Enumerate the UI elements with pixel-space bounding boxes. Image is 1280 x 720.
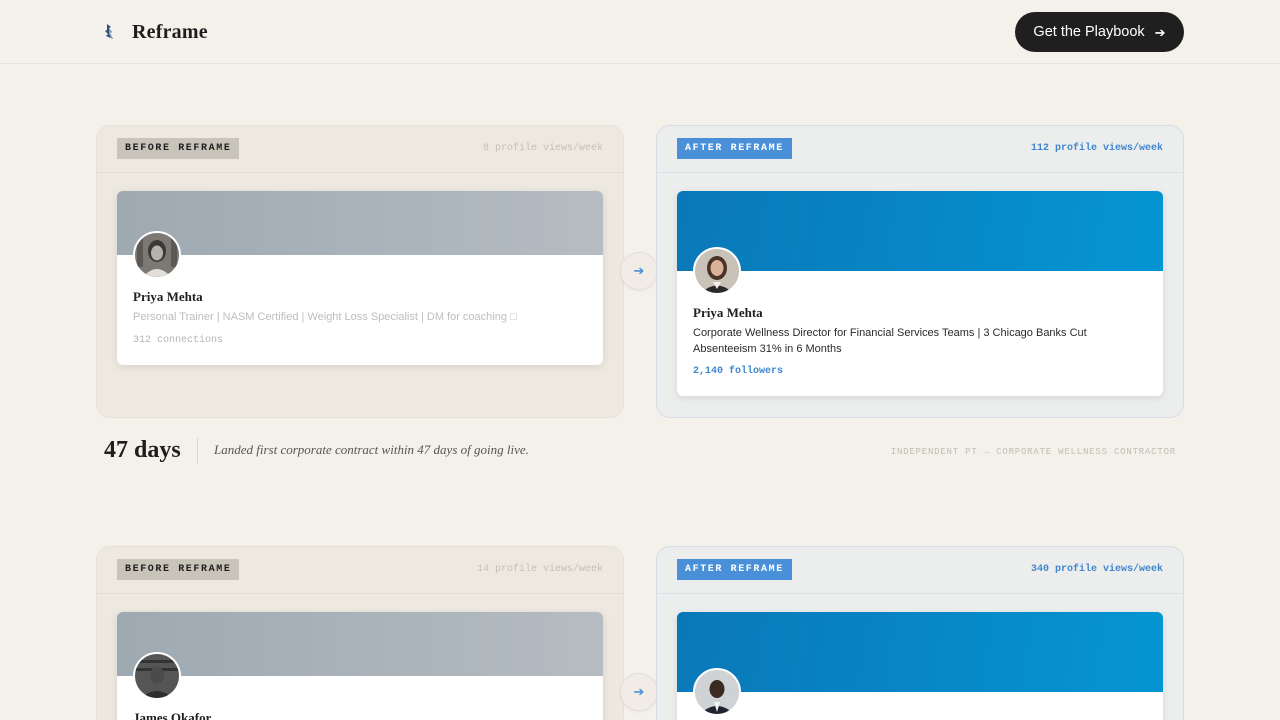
profile-name: Priya Mehta bbox=[133, 289, 203, 304]
profile-name: Priya Mehta bbox=[693, 305, 763, 320]
panel-header: AFTER REFRAME 340 profile views/week bbox=[657, 547, 1183, 594]
get-playbook-label: Get the Playbook bbox=[1033, 24, 1145, 40]
connections-count: 312 connections bbox=[133, 335, 224, 346]
brand-name: Reframe bbox=[132, 20, 208, 43]
after-panel: AFTER REFRAME 340 profile views/week bbox=[656, 546, 1184, 720]
profile-banner bbox=[677, 612, 1163, 692]
profile-card: James Okafor bbox=[117, 612, 603, 720]
profile-headline: Corporate Wellness Director for Financia… bbox=[693, 327, 1087, 355]
after-panel: AFTER REFRAME 112 profile views/week Pri… bbox=[656, 125, 1184, 418]
after-tag: AFTER REFRAME bbox=[677, 559, 792, 580]
profile-views: 112 profile views/week bbox=[1030, 143, 1163, 154]
profile-name: James Okafor bbox=[133, 710, 212, 720]
avatar bbox=[133, 231, 181, 279]
profile-views: 14 profile views/week bbox=[476, 564, 603, 575]
profile-card: Priya Mehta Personal Trainer | NASM Cert… bbox=[117, 191, 603, 365]
transform-arrow-icon: ➔ bbox=[620, 252, 658, 290]
avatar bbox=[693, 247, 741, 295]
profile-views: 8 profile views/week bbox=[482, 143, 603, 154]
site-header: Reframe Get the Playbook ➔ bbox=[0, 0, 1280, 64]
panel-header: AFTER REFRAME 112 profile views/week bbox=[657, 126, 1183, 173]
get-playbook-button[interactable]: Get the Playbook ➔ bbox=[1015, 12, 1184, 52]
profile-headline: Personal Trainer | NASM Certified | Weig… bbox=[133, 311, 517, 323]
profile-banner bbox=[677, 191, 1163, 271]
result-divider bbox=[197, 438, 198, 464]
panel-header: BEFORE REFRAME 8 profile views/week bbox=[97, 126, 623, 173]
brand[interactable]: Reframe bbox=[103, 20, 208, 44]
before-panel: BEFORE REFRAME 8 profile views/week Priy… bbox=[96, 125, 624, 418]
after-tag: AFTER REFRAME bbox=[677, 138, 792, 159]
followers-count: 2,140 followers bbox=[693, 366, 784, 377]
profile-banner bbox=[117, 612, 603, 676]
before-panel: BEFORE REFRAME 14 profile views/week Jam… bbox=[96, 546, 624, 720]
arrow-right-icon: ➔ bbox=[1154, 24, 1166, 40]
brand-logo-icon bbox=[105, 24, 113, 39]
result-days: 47 days bbox=[104, 437, 181, 463]
transform-arrow-icon: ➔ bbox=[620, 673, 658, 711]
panel-header: BEFORE REFRAME 14 profile views/week bbox=[97, 547, 623, 594]
profile-card bbox=[677, 612, 1163, 720]
result-text: Landed first corporate contract within 4… bbox=[214, 442, 529, 457]
profile-card: Priya Mehta Corporate Wellness Director … bbox=[677, 191, 1163, 396]
result-meta: INDEPENDENT PT → CORPORATE WELLNESS CONT… bbox=[890, 447, 1176, 457]
profile-views: 340 profile views/week bbox=[1030, 564, 1163, 575]
before-tag: BEFORE REFRAME bbox=[117, 559, 240, 580]
avatar bbox=[133, 652, 181, 700]
before-tag: BEFORE REFRAME bbox=[117, 138, 240, 159]
avatar bbox=[693, 668, 741, 716]
profile-banner bbox=[117, 191, 603, 255]
